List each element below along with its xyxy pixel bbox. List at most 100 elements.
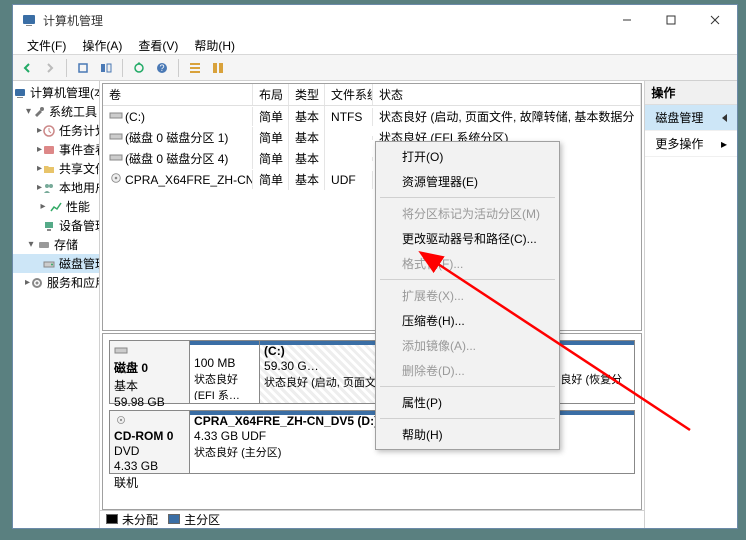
action-diskmgmt[interactable]: 磁盘管理 bbox=[645, 105, 737, 131]
maximize-button[interactable] bbox=[649, 6, 693, 34]
col-volume[interactable]: 卷 bbox=[103, 84, 253, 105]
tree-eventvwr[interactable]: ▸事件查看器 bbox=[13, 140, 99, 159]
ctx-open[interactable]: 打开(O) bbox=[378, 144, 557, 169]
disk-0-head[interactable]: 磁盘 0 基本 59.98 GB 联机 bbox=[110, 341, 190, 403]
action-more[interactable]: 更多操作 ▸ bbox=[645, 131, 737, 157]
volume-type: 基本 bbox=[289, 169, 325, 190]
ctx-help[interactable]: 帮助(H) bbox=[378, 422, 557, 447]
view-detail-button[interactable] bbox=[208, 58, 228, 78]
volume-row[interactable]: (C:)简单基本NTFS状态良好 (启动, 页面文件, 故障转储, 基本数据分 bbox=[103, 106, 641, 127]
ctx-markactive: 将分区标记为活动分区(M) bbox=[378, 201, 557, 226]
cdrom0-type: DVD bbox=[114, 444, 185, 458]
volume-layout: 简单 bbox=[253, 127, 289, 148]
tree-localusers[interactable]: ▸本地用户和组 bbox=[13, 178, 99, 197]
twisty-icon[interactable]: ▸ bbox=[37, 201, 49, 212]
ctx-shrink[interactable]: 压缩卷(H)... bbox=[378, 308, 557, 333]
menu-view[interactable]: 查看(V) bbox=[130, 35, 186, 54]
tree-eventvwr-label: 事件查看器 bbox=[59, 141, 100, 158]
legend-primary-label: 主分区 bbox=[184, 513, 220, 527]
close-button[interactable] bbox=[693, 6, 737, 34]
actions-pane: 操作 磁盘管理 更多操作 ▸ bbox=[645, 81, 737, 528]
toolbar: ? bbox=[13, 55, 737, 81]
volume-layout: 简单 bbox=[253, 169, 289, 190]
app-icon bbox=[21, 12, 37, 28]
tree-localusers-label: 本地用户和组 bbox=[59, 179, 100, 196]
volume-row[interactable]: (磁盘 0 磁盘分区 4)简单基本状态良好 (恢复分区) bbox=[103, 148, 641, 169]
tree-devmgr[interactable]: ▸设备管理器 bbox=[13, 216, 99, 235]
disk-icon bbox=[42, 257, 56, 271]
ctx-properties[interactable]: 属性(P) bbox=[378, 390, 557, 415]
tree-tasksched[interactable]: ▸任务计划程序 bbox=[13, 121, 99, 140]
col-type[interactable]: 类型 bbox=[289, 84, 325, 105]
ctx-delete: 删除卷(D)... bbox=[378, 358, 557, 383]
ctx-format: 格式化(F)... bbox=[378, 251, 557, 276]
window-controls bbox=[605, 6, 737, 34]
tree-storage[interactable]: ▾ 存储 bbox=[13, 235, 99, 254]
volume-icon bbox=[109, 172, 123, 187]
back-button[interactable] bbox=[17, 58, 37, 78]
volume-icon bbox=[109, 130, 123, 145]
volume-fs bbox=[325, 157, 373, 161]
disk0-part-efi[interactable]: 100 MB 状态良好 (EFI 系… bbox=[190, 341, 260, 403]
actions-header: 操作 bbox=[645, 81, 737, 105]
tree-diskmgmt[interactable]: ▸磁盘管理 bbox=[13, 254, 99, 273]
tree-shared[interactable]: ▸共享文件夹 bbox=[13, 159, 99, 178]
action-diskmgmt-label: 磁盘管理 bbox=[655, 109, 703, 126]
disk0-type: 基本 bbox=[114, 377, 185, 394]
volume-header[interactable]: 卷 布局 类型 文件系统 状态 bbox=[103, 84, 641, 106]
svg-text:?: ? bbox=[159, 63, 164, 73]
volume-type: 基本 bbox=[289, 106, 325, 127]
menu-file[interactable]: 文件(F) bbox=[19, 35, 74, 54]
menu-help[interactable]: 帮助(H) bbox=[186, 35, 243, 54]
volume-fs bbox=[325, 136, 373, 140]
tree-diskmgmt-label: 磁盘管理 bbox=[59, 255, 100, 272]
col-status[interactable]: 状态 bbox=[373, 84, 641, 105]
clock-icon bbox=[42, 124, 56, 138]
cdrom-icon bbox=[114, 414, 185, 428]
cdrom0-size: 4.33 GB bbox=[114, 459, 185, 473]
col-fs[interactable]: 文件系统 bbox=[325, 84, 373, 105]
window-title: 计算机管理 bbox=[43, 12, 605, 29]
tree-root[interactable]: 计算机管理(本地) bbox=[13, 83, 99, 102]
folder-icon bbox=[42, 162, 56, 176]
tree-services[interactable]: ▸服务和应用程序 bbox=[13, 273, 99, 292]
ctx-changeletter[interactable]: 更改驱动器号和路径(C)... bbox=[378, 226, 557, 251]
device-icon bbox=[42, 219, 56, 233]
cdrom0-state: 联机 bbox=[114, 474, 185, 491]
expand-icon bbox=[722, 114, 727, 122]
legend: 未分配 主分区 bbox=[100, 510, 644, 528]
volume-row[interactable]: (磁盘 0 磁盘分区 1)简单基本状态良好 (EFI 系统分区) bbox=[103, 127, 641, 148]
action-more-label: 更多操作 bbox=[655, 135, 703, 152]
volume-list[interactable]: 卷 布局 类型 文件系统 状态 (C:)简单基本NTFS状态良好 (启动, 页面… bbox=[102, 83, 642, 331]
middle-pane: 卷 布局 类型 文件系统 状态 (C:)简单基本NTFS状态良好 (启动, 页面… bbox=[100, 81, 645, 528]
show-hide-button[interactable] bbox=[96, 58, 116, 78]
view-list-button[interactable] bbox=[185, 58, 205, 78]
nav-tree[interactable]: 计算机管理(本地) ▾ 系统工具 ▸任务计划程序 ▸事件查看器 ▸共享文件夹 ▸… bbox=[13, 81, 100, 528]
disk-graphic-panel[interactable]: 磁盘 0 基本 59.98 GB 联机 100 MB 状态良好 (EFI 系… bbox=[102, 333, 642, 510]
volume-row[interactable]: CPRA_X64FRE_ZH-CN_DV5 (D:)简单基本UDF状态良好 (主… bbox=[103, 169, 641, 190]
minimize-button[interactable] bbox=[605, 6, 649, 34]
up-button[interactable] bbox=[73, 58, 93, 78]
help-button[interactable]: ? bbox=[152, 58, 172, 78]
volume-fs: NTFS bbox=[325, 108, 373, 126]
tree-systools[interactable]: ▾ 系统工具 bbox=[13, 102, 99, 121]
twisty-icon[interactable]: ▾ bbox=[25, 106, 32, 117]
context-menu[interactable]: 打开(O) 资源管理器(E) 将分区标记为活动分区(M) 更改驱动器号和路径(C… bbox=[375, 141, 560, 450]
event-icon bbox=[42, 143, 56, 157]
ctx-explorer[interactable]: 资源管理器(E) bbox=[378, 169, 557, 194]
forward-button[interactable] bbox=[40, 58, 60, 78]
col-layout[interactable]: 布局 bbox=[253, 84, 289, 105]
tree-root-label: 计算机管理(本地) bbox=[30, 84, 100, 101]
tree-systools-label: 系统工具 bbox=[49, 103, 97, 120]
titlebar[interactable]: 计算机管理 bbox=[13, 5, 737, 35]
tree-perf[interactable]: ▸性能 bbox=[13, 197, 99, 216]
part-status: 状态良好 (EFI 系… bbox=[194, 371, 255, 400]
cdrom-0-head[interactable]: CD-ROM 0 DVD 4.33 GB 联机 bbox=[110, 411, 190, 473]
volume-icon bbox=[109, 151, 123, 166]
tree-shared-label: 共享文件夹 bbox=[59, 160, 100, 177]
refresh-button[interactable] bbox=[129, 58, 149, 78]
twisty-icon[interactable]: ▾ bbox=[25, 239, 37, 250]
tree-storage-label: 存储 bbox=[54, 236, 78, 253]
legend-unalloc-label: 未分配 bbox=[122, 513, 158, 527]
menu-action[interactable]: 操作(A) bbox=[74, 35, 130, 54]
